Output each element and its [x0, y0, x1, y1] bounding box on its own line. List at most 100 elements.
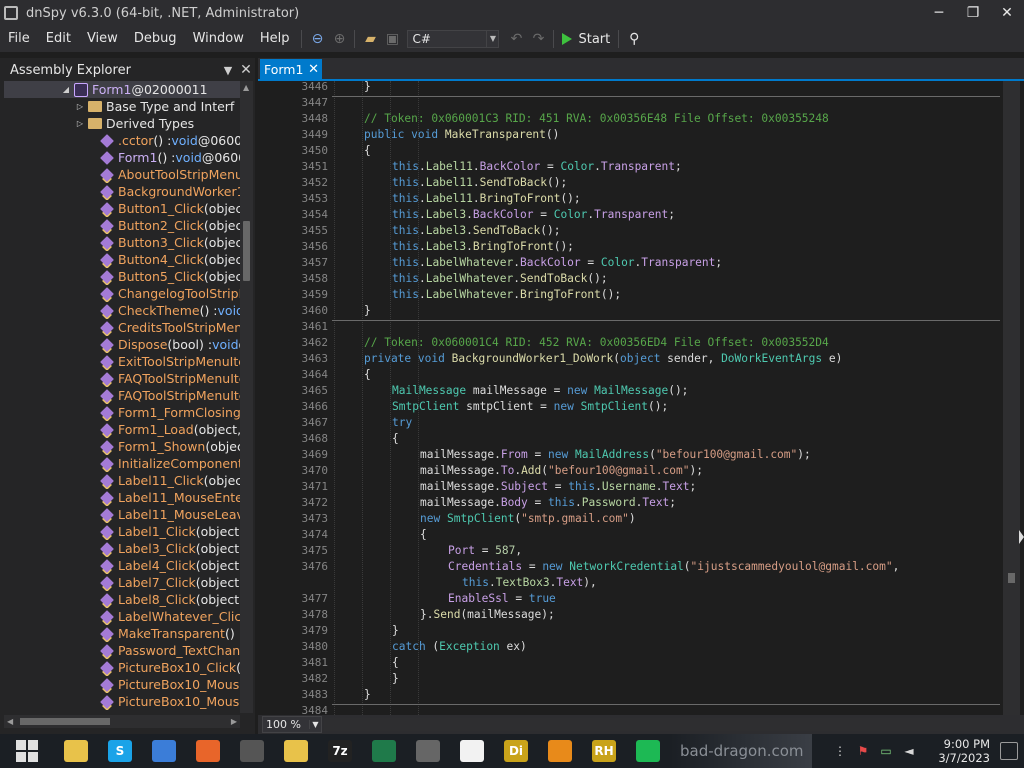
code-line[interactable]: EnableSsl = true — [448, 591, 556, 607]
navigate-forward-icon[interactable]: ⊕ — [328, 28, 350, 50]
assembly-tree[interactable]: ◢ Form1 @02000011 ▷ Base Type and Interf ▷ De… — [4, 81, 240, 713]
tree-item[interactable]: CheckTheme() : void — [4, 302, 240, 319]
start-debug-button[interactable]: Start — [558, 28, 614, 50]
code-line[interactable]: mailMessage.Body = this.Password.Text; — [420, 495, 676, 511]
tree-item[interactable]: Label11_Click(object, — [4, 472, 240, 489]
open-folder-icon[interactable]: ▰ — [359, 28, 381, 50]
tree-item[interactable]: PictureBox10_Click(ol — [4, 659, 240, 676]
tree-item[interactable]: Label3_Click(object, E — [4, 540, 240, 557]
taskbar-app[interactable] — [362, 734, 406, 768]
start-menu-button[interactable] — [0, 734, 54, 768]
menu-window[interactable]: Window — [185, 26, 252, 52]
taskbar-app[interactable]: RH — [582, 734, 626, 768]
language-select[interactable]: C# ▼ — [407, 30, 500, 48]
code-line[interactable]: }.Send(mailMessage); — [420, 607, 555, 623]
redo-icon[interactable]: ↷ — [527, 28, 549, 50]
tree-item[interactable]: Button5_Click(object — [4, 268, 240, 285]
maximize-button[interactable]: ❐ — [956, 0, 990, 26]
tree-item[interactable]: BackgroundWorker1_ — [4, 183, 240, 200]
tree-item[interactable]: PictureBox10_MouseL — [4, 693, 240, 710]
scroll-up-icon[interactable]: ▲ — [243, 83, 249, 92]
flag-icon[interactable]: ⚑ — [853, 741, 873, 761]
tree-item[interactable]: Form1_Load (object, — [4, 421, 240, 438]
tree-expander-icon[interactable]: ▷ — [76, 102, 84, 111]
tree-item[interactable]: Form1() : void @0600 — [4, 149, 240, 166]
code-line[interactable]: { — [392, 655, 399, 671]
code-line[interactable]: this.Label3.BringToFront(); — [392, 239, 574, 255]
more-icon[interactable]: ⋮ — [830, 741, 850, 761]
tree-vertical-scrollbar[interactable]: ▲ — [240, 81, 253, 713]
scroll-thumb[interactable] — [20, 718, 110, 725]
minimize-button[interactable]: ─ — [922, 0, 956, 26]
tree-item[interactable]: LabelWhatever_Click( — [4, 608, 240, 625]
close-button[interactable]: ✕ — [990, 0, 1024, 26]
taskbar-app[interactable] — [274, 734, 318, 768]
tree-item[interactable]: MakeTransparent() : — [4, 625, 240, 642]
taskbar-app[interactable] — [230, 734, 274, 768]
taskbar-app[interactable] — [186, 734, 230, 768]
tree-item[interactable]: CreditsToolStripMenu — [4, 319, 240, 336]
code-line[interactable]: this.Label3.BackColor = Color.Transparen… — [392, 207, 675, 223]
code-line[interactable]: this.Label11.SendToBack(); — [392, 175, 567, 191]
taskbar-clock[interactable]: 9:00 PM 3/7/2023 — [938, 737, 990, 765]
tree-item[interactable]: Button4_Click(object — [4, 251, 240, 268]
tree-item[interactable]: ExitToolStripMenuIte — [4, 353, 240, 370]
volume-icon[interactable]: ◄ — [899, 741, 919, 761]
taskbar-app[interactable] — [406, 734, 450, 768]
tree-item[interactable]: PictureBox10_MouseE — [4, 676, 240, 693]
tree-expander-icon[interactable]: ◢ — [62, 85, 70, 94]
taskbar-app[interactable] — [626, 734, 670, 768]
tree-item[interactable]: Label11_MouseEnter — [4, 489, 240, 506]
notification-icon[interactable] — [1000, 742, 1018, 760]
tree-item[interactable]: Password_TextChang — [4, 642, 240, 659]
navigate-back-icon[interactable]: ⊖ — [306, 28, 328, 50]
code-editor[interactable]: 3446 3447 3448 3449 3450 3451 3452 3453 3454 3455… — [258, 81, 1003, 715]
scroll-thumb[interactable] — [243, 221, 250, 281]
code-line[interactable]: } — [392, 623, 399, 639]
code-line[interactable]: { — [392, 431, 399, 447]
menu-view[interactable]: View — [79, 26, 126, 52]
tree-item[interactable]: Form1_Shown(object — [4, 438, 240, 455]
close-icon[interactable]: ✕ — [308, 62, 319, 77]
menu-file[interactable]: File — [0, 26, 38, 52]
tree-expander-icon[interactable]: ▷ — [76, 119, 84, 128]
menu-edit[interactable]: Edit — [38, 26, 79, 52]
editor-horizontal-scrollbar[interactable] — [324, 718, 1000, 731]
scroll-left-icon[interactable]: ◀ — [7, 717, 13, 726]
taskbar-app[interactable] — [450, 734, 494, 768]
code-line[interactable]: { — [364, 143, 371, 159]
code-line[interactable]: this.Label11.BackColor = Color.Transpare… — [392, 159, 682, 175]
tree-item[interactable]: AboutToolStripMenuI — [4, 166, 240, 183]
code-line[interactable]: this.LabelWhatever.BackColor = Color.Tra… — [392, 255, 722, 271]
tree-item[interactable]: FAQToolStripMenuIte — [4, 387, 240, 404]
editor-vertical-scrollbar[interactable] — [1003, 81, 1020, 715]
code-line[interactable]: } — [392, 671, 399, 687]
code-line[interactable]: mailMessage.From = new MailAddress("befo… — [420, 447, 811, 463]
code-line[interactable]: private void BackgroundWorker1_DoWork(ob… — [364, 351, 842, 367]
chevron-down-icon[interactable]: ▼ — [220, 64, 236, 77]
code-line[interactable]: } — [364, 303, 371, 319]
tree-item[interactable]: Button1_Click(object, — [4, 200, 240, 217]
code-area[interactable]: } // Token: 0x060001C3 RID: 451 RVA: 0x00… — [332, 81, 1002, 715]
code-line[interactable]: { — [364, 367, 371, 383]
menu-help[interactable]: Help — [252, 26, 298, 52]
taskbar-app[interactable] — [142, 734, 186, 768]
code-line[interactable]: // Token: 0x060001C3 RID: 451 RVA: 0x003… — [364, 111, 829, 127]
code-line[interactable]: this.TextBox3.Text), — [462, 575, 597, 591]
code-line[interactable]: } — [364, 687, 371, 703]
zoom-select[interactable]: 100 % ▼ — [262, 716, 322, 733]
tree-item[interactable]: Form1_FormClosing(o — [4, 404, 240, 421]
taskbar-app[interactable]: 7z — [318, 734, 362, 768]
close-icon[interactable]: ✕ — [238, 62, 254, 78]
search-icon[interactable]: ⚲ — [623, 28, 645, 50]
tree-item[interactable]: Button3_Click(object — [4, 234, 240, 251]
undo-icon[interactable]: ↶ — [505, 28, 527, 50]
tree-item[interactable]: Button2_Click(object — [4, 217, 240, 234]
tree-item[interactable]: Label7_Click(object, E — [4, 574, 240, 591]
code-line[interactable]: this.LabelWhatever.BringToFront(); — [392, 287, 621, 303]
tree-item[interactable]: Label11_MouseLeave — [4, 506, 240, 523]
save-icon[interactable]: ▣ — [381, 28, 403, 50]
tree-item[interactable]: ▷ Base Type and Interf — [4, 98, 240, 115]
code-line[interactable]: Port = 587, — [448, 543, 522, 559]
tree-item[interactable]: Label8_Click(object, E — [4, 591, 240, 608]
